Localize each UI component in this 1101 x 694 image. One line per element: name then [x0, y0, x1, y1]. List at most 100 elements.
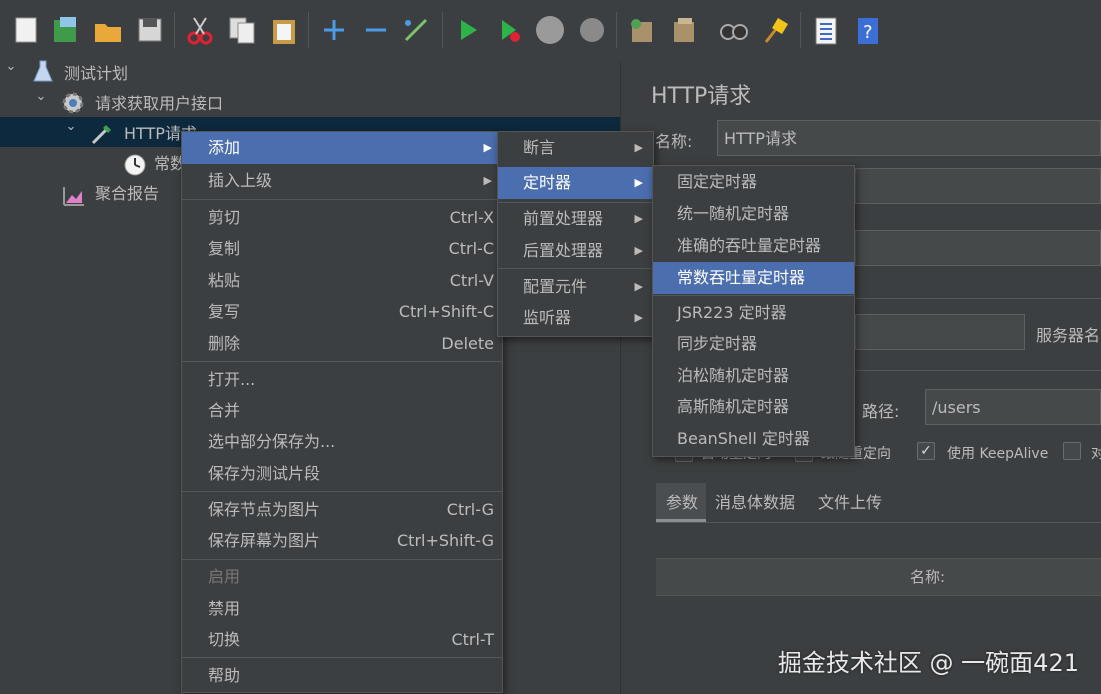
menu-item-save-node-image[interactable]: 保存节点为图片 Ctrl-G	[182, 494, 502, 526]
start-no-pause-icon[interactable]	[494, 14, 526, 46]
submenu-arrow-icon: ▶	[634, 176, 643, 189]
keepalive-label: 使用 KeepAlive	[947, 446, 1049, 462]
submenu-item-assertion[interactable]: 断言 ▶	[498, 132, 653, 164]
menu-item-label: 保存屏幕为图片	[208, 531, 321, 550]
params-table-header-name: 名称:	[910, 568, 946, 586]
menu-item-disable[interactable]: 禁用	[182, 593, 502, 625]
paste-icon[interactable]	[268, 14, 300, 46]
keepalive-checkbox[interactable]: ✓	[917, 442, 935, 460]
menu-separator	[182, 199, 502, 200]
tab-file-upload[interactable]: 文件上传	[818, 489, 882, 513]
timer-item-poisson[interactable]: 泊松随机定时器	[653, 360, 854, 392]
tab-body-data[interactable]: 消息体数据	[715, 489, 795, 513]
function-helper-icon[interactable]	[810, 14, 842, 46]
clear-all-icon[interactable]	[668, 14, 700, 46]
tree-item-aggregate-report[interactable]: 聚合报告	[95, 179, 159, 209]
timer-item-label: 准确的吞吐量定时器	[677, 236, 822, 255]
timer-item-gaussian[interactable]: 高斯随机定时器	[653, 391, 854, 423]
tab-params[interactable]: 参数	[656, 483, 706, 522]
shutdown-icon[interactable]	[576, 14, 608, 46]
menu-item-label: 禁用	[208, 599, 241, 618]
menu-item-open[interactable]: 打开...	[182, 364, 502, 396]
timer-item-constant-throughput[interactable]: 常数吞吐量定时器	[653, 262, 854, 294]
menu-item-merge[interactable]: 合并	[182, 395, 502, 427]
search-icon[interactable]	[718, 14, 750, 46]
timer-item-uniform-random[interactable]: 统一随机定时器	[653, 198, 854, 230]
menu-item-save-selection[interactable]: 选中部分保存为...	[182, 426, 502, 458]
expand-icon[interactable]	[318, 14, 350, 46]
stop-icon[interactable]	[534, 14, 566, 46]
menu-item-shortcut: Ctrl+Shift-C	[398, 302, 494, 321]
menu-item-shortcut: Delete	[441, 334, 494, 353]
extra-input[interactable]	[855, 230, 1101, 266]
save-icon[interactable]	[134, 14, 166, 46]
menu-item-insert-parent[interactable]: 插入上级 ▶	[182, 165, 502, 197]
menu-item-paste[interactable]: 粘贴 Ctrl-V	[182, 265, 502, 297]
submenu-item-label: 定时器	[523, 173, 572, 192]
path-input[interactable]: /users	[925, 389, 1101, 425]
name-input[interactable]: HTTP请求	[717, 120, 1101, 156]
copy-icon[interactable]	[226, 14, 258, 46]
collapse-icon[interactable]	[360, 14, 392, 46]
divider	[855, 370, 1101, 371]
divider	[656, 522, 1101, 523]
timer-item-precise-throughput[interactable]: 准确的吞吐量定时器	[653, 230, 854, 262]
templates-icon[interactable]	[50, 14, 82, 46]
submenu-item-postprocessor[interactable]: 后置处理器 ▶	[498, 235, 653, 267]
submenu-item-label: 监听器	[523, 308, 572, 327]
chevron-down-icon[interactable]: ⌄	[34, 89, 48, 119]
open-icon[interactable]	[92, 14, 124, 46]
cut-icon[interactable]	[184, 14, 216, 46]
timer-item-label: 高斯随机定时器	[677, 397, 790, 416]
new-icon[interactable]	[10, 14, 42, 46]
timer-submenu: 固定定时器 统一随机定时器 准确的吞吐量定时器 常数吞吐量定时器 JSR223 …	[652, 165, 855, 457]
server-input[interactable]	[855, 314, 1025, 350]
menu-item-label: 保存节点为图片	[208, 500, 321, 519]
add-submenu: 断言 ▶ 定时器 ▶ 前置处理器 ▶ 后置处理器 ▶ 配置元件 ▶ 监听器 ▶	[497, 131, 654, 337]
menu-item-shortcut: Ctrl-X	[449, 208, 494, 227]
menu-separator	[182, 361, 502, 362]
start-icon[interactable]	[452, 14, 484, 46]
chevron-down-icon[interactable]: ⌄	[4, 59, 18, 89]
menu-item-label: 复写	[208, 302, 241, 321]
menu-item-add[interactable]: 添加 ▶	[182, 132, 502, 164]
menu-item-toggle[interactable]: 切换 Ctrl-T	[182, 624, 502, 656]
submenu-arrow-icon: ▶	[483, 174, 492, 187]
timer-item-label: 同步定时器	[677, 334, 758, 353]
menu-item-duplicate[interactable]: 复写 Ctrl+Shift-C	[182, 296, 502, 328]
panel-title: HTTP请求	[651, 84, 752, 109]
timer-item-label: 固定定时器	[677, 172, 758, 191]
menu-item-save-screen-image[interactable]: 保存屏幕为图片 Ctrl+Shift-G	[182, 525, 502, 557]
menu-item-label: 剪切	[208, 208, 241, 227]
help-icon[interactable]: ?	[852, 14, 884, 46]
comments-input[interactable]	[855, 168, 1101, 204]
toggle-icon[interactable]	[400, 14, 432, 46]
multipart-checkbox[interactable]	[1063, 442, 1081, 460]
submenu-item-config[interactable]: 配置元件 ▶	[498, 271, 653, 303]
submenu-item-preprocessor[interactable]: 前置处理器 ▶	[498, 203, 653, 235]
reset-search-icon[interactable]	[760, 14, 792, 46]
menu-item-save-fragment[interactable]: 保存为测试片段	[182, 458, 502, 490]
submenu-item-listener[interactable]: 监听器 ▶	[498, 302, 653, 334]
menu-separator	[182, 491, 502, 492]
menu-item-label: 插入上级	[208, 171, 273, 190]
tree-item-thread-group[interactable]: 请求获取用户接口	[95, 89, 223, 119]
menu-item-shortcut: Ctrl-C	[448, 239, 494, 258]
clear-icon[interactable]	[626, 14, 658, 46]
menu-item-delete[interactable]: 删除 Delete	[182, 328, 502, 360]
chevron-down-icon[interactable]: ⌄	[64, 119, 78, 149]
timer-item-jsr223[interactable]: JSR223 定时器	[653, 297, 854, 329]
menu-item-label: 保存为测试片段	[208, 464, 321, 483]
menu-item-help[interactable]: 帮助	[182, 660, 502, 692]
tree-item-test-plan[interactable]: 测试计划	[64, 59, 128, 89]
timer-item-sync[interactable]: 同步定时器	[653, 328, 854, 360]
divider	[855, 298, 1101, 299]
submenu-item-timer[interactable]: 定时器 ▶	[498, 167, 653, 199]
timer-item-constant[interactable]: 固定定时器	[653, 166, 854, 198]
timer-item-beanshell[interactable]: BeanShell 定时器	[653, 423, 854, 455]
menu-item-cut[interactable]: 剪切 Ctrl-X	[182, 202, 502, 234]
multipart-label: 对	[1091, 446, 1101, 462]
name-label: 名称:	[655, 132, 693, 151]
menu-item-copy[interactable]: 复制 Ctrl-C	[182, 233, 502, 265]
svg-text:?: ?	[863, 22, 873, 43]
